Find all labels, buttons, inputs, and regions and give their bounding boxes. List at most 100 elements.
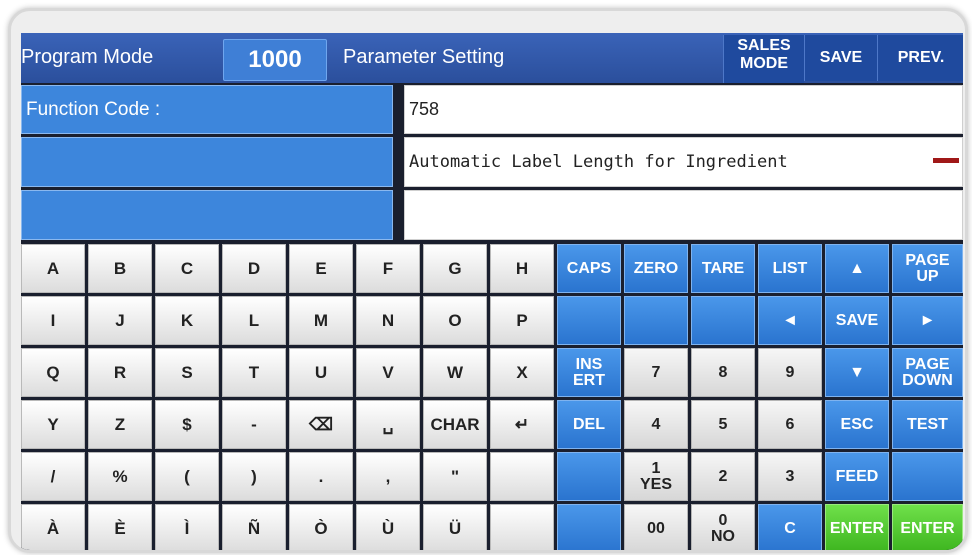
key-function[interactable]: ▲ bbox=[825, 244, 889, 293]
key-function[interactable]: CAPS bbox=[557, 244, 621, 293]
prev-button[interactable]: PREV. bbox=[877, 35, 963, 81]
key-function[interactable]: PAGE DOWN bbox=[892, 348, 963, 397]
value-input[interactable] bbox=[404, 190, 963, 240]
key-letter[interactable]: Ì bbox=[155, 504, 219, 550]
key-function[interactable]: ESC bbox=[825, 400, 889, 449]
key-letter[interactable]: L bbox=[222, 296, 286, 345]
key-letter[interactable]: X bbox=[490, 348, 554, 397]
key-function[interactable]: INS ERT bbox=[557, 348, 621, 397]
key-letter[interactable]: U bbox=[289, 348, 353, 397]
key-letter[interactable]: F bbox=[356, 244, 420, 293]
key-function[interactable] bbox=[557, 296, 621, 345]
parameter-setting-label: Parameter Setting bbox=[343, 46, 505, 68]
key-letter[interactable]: - bbox=[222, 400, 286, 449]
key-function[interactable]: 1 YES bbox=[624, 452, 688, 501]
key-letter[interactable]: Q bbox=[21, 348, 85, 397]
key-letter[interactable]: $ bbox=[155, 400, 219, 449]
key-letter[interactable]: B bbox=[88, 244, 152, 293]
key-letter[interactable]: T bbox=[222, 348, 286, 397]
key-function[interactable]: 4 bbox=[624, 400, 688, 449]
key-function[interactable]: ENTER bbox=[825, 504, 889, 550]
key-function[interactable]: 5 bbox=[691, 400, 755, 449]
key-letter[interactable] bbox=[490, 452, 554, 501]
on-screen-keyboard: A B C D E F G H I J K L M N O P Q R S T U V W X Y Z $ - ⌫ ␣ CHAR ↵ /%().… bbox=[21, 240, 963, 550]
red-pointer-mark bbox=[933, 158, 959, 163]
key-function[interactable]: 2 bbox=[691, 452, 755, 501]
key-letter[interactable] bbox=[490, 504, 554, 550]
mode-value: 1000 bbox=[223, 39, 327, 81]
key-function[interactable] bbox=[624, 296, 688, 345]
key-letter[interactable]: Ò bbox=[289, 504, 353, 550]
description-label-cell bbox=[21, 137, 393, 187]
key-function[interactable]: 6 bbox=[758, 400, 822, 449]
description-value: Automatic Label Length for Ingredient bbox=[404, 137, 963, 187]
key-function[interactable]: SAVE bbox=[825, 296, 889, 345]
key-function[interactable]: LIST bbox=[758, 244, 822, 293]
key-letter[interactable]: C bbox=[155, 244, 219, 293]
key-letter[interactable]: ␣ bbox=[356, 400, 420, 449]
key-letter[interactable]: Ü bbox=[423, 504, 487, 550]
program-mode-label: Program Mode bbox=[21, 46, 154, 68]
key-letter[interactable]: E bbox=[289, 244, 353, 293]
key-function[interactable] bbox=[557, 504, 621, 550]
sales-mode-button[interactable]: SALES MODE bbox=[723, 35, 804, 83]
key-function[interactable]: ENTER bbox=[892, 504, 963, 550]
key-letter[interactable]: ↵ bbox=[490, 400, 554, 449]
key-letter[interactable]: Z bbox=[88, 400, 152, 449]
key-function[interactable]: TARE bbox=[691, 244, 755, 293]
key-letter[interactable]: " bbox=[423, 452, 487, 501]
key-function[interactable]: 3 bbox=[758, 452, 822, 501]
key-function[interactable]: 00 bbox=[624, 504, 688, 550]
value-label-cell bbox=[21, 190, 393, 240]
key-letter[interactable]: M bbox=[289, 296, 353, 345]
key-letter[interactable]: W bbox=[423, 348, 487, 397]
key-function[interactable] bbox=[557, 452, 621, 501]
device-frame: Program Mode 1000 Parameter Setting SALE… bbox=[8, 8, 968, 553]
key-function[interactable]: 7 bbox=[624, 348, 688, 397]
key-letter[interactable]: H bbox=[490, 244, 554, 293]
key-letter[interactable]: ) bbox=[222, 452, 286, 501]
key-letter[interactable]: N bbox=[356, 296, 420, 345]
scale-screen: Program Mode 1000 Parameter Setting SALE… bbox=[21, 33, 963, 550]
key-function[interactable]: ZERO bbox=[624, 244, 688, 293]
key-function[interactable]: FEED bbox=[825, 452, 889, 501]
key-letter[interactable]: À bbox=[21, 504, 85, 550]
key-function[interactable]: 9 bbox=[758, 348, 822, 397]
key-function[interactable]: ▼ bbox=[825, 348, 889, 397]
key-letter[interactable]: R bbox=[88, 348, 152, 397]
key-letter[interactable]: È bbox=[88, 504, 152, 550]
key-letter[interactable]: O bbox=[423, 296, 487, 345]
key-letter[interactable]: ⌫ bbox=[289, 400, 353, 449]
key-letter[interactable]: K bbox=[155, 296, 219, 345]
key-letter[interactable]: S bbox=[155, 348, 219, 397]
key-letter[interactable]: % bbox=[88, 452, 152, 501]
key-letter[interactable]: J bbox=[88, 296, 152, 345]
key-function[interactable] bbox=[691, 296, 755, 345]
key-letter[interactable]: A bbox=[21, 244, 85, 293]
function-code-value[interactable]: 758 bbox=[404, 85, 963, 134]
header-bar: Program Mode 1000 Parameter Setting SALE… bbox=[21, 33, 963, 83]
key-letter[interactable]: Ù bbox=[356, 504, 420, 550]
key-letter[interactable]: D bbox=[222, 244, 286, 293]
key-function[interactable]: 8 bbox=[691, 348, 755, 397]
key-function[interactable]: ► bbox=[892, 296, 963, 345]
key-letter[interactable]: . bbox=[289, 452, 353, 501]
key-function[interactable]: 0 NO bbox=[691, 504, 755, 550]
key-letter[interactable]: , bbox=[356, 452, 420, 501]
save-header-button[interactable]: SAVE bbox=[804, 35, 877, 81]
key-letter[interactable]: I bbox=[21, 296, 85, 345]
key-letter[interactable]: G bbox=[423, 244, 487, 293]
key-letter[interactable]: V bbox=[356, 348, 420, 397]
key-letter[interactable]: / bbox=[21, 452, 85, 501]
key-letter[interactable]: Ñ bbox=[222, 504, 286, 550]
key-function[interactable]: PAGE UP bbox=[892, 244, 963, 293]
key-function[interactable] bbox=[892, 452, 963, 501]
key-letter[interactable]: P bbox=[490, 296, 554, 345]
key-function[interactable]: DEL bbox=[557, 400, 621, 449]
key-letter[interactable]: ( bbox=[155, 452, 219, 501]
key-letter[interactable]: CHAR bbox=[423, 400, 487, 449]
key-function[interactable]: C bbox=[758, 504, 822, 550]
key-letter[interactable]: Y bbox=[21, 400, 85, 449]
key-function[interactable]: TEST bbox=[892, 400, 963, 449]
key-function[interactable]: ◄ bbox=[758, 296, 822, 345]
